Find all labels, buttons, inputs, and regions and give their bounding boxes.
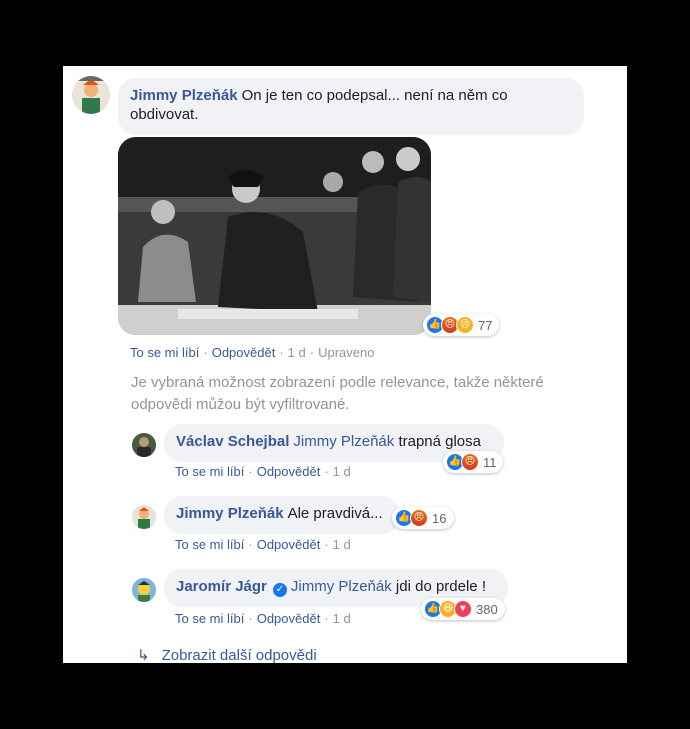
separator: · — [279, 345, 284, 360]
angry-reaction-icon: 😠 — [461, 453, 479, 471]
reaction-count: 16 — [432, 510, 447, 526]
comments-panel: Jimmy Plzeňák On je ten co podepsal... ne… — [63, 66, 627, 663]
comment-reactions[interactable]: 👍 😠 😢 77 — [423, 314, 499, 336]
like-link[interactable]: To se mi líbí — [130, 345, 199, 360]
separator: · — [248, 464, 253, 479]
like-link[interactable]: To se mi líbí — [175, 464, 244, 479]
separator: · — [248, 537, 253, 552]
reply-link[interactable]: Odpovědět — [257, 611, 321, 626]
separator: · — [309, 345, 315, 360]
reply-link[interactable]: Odpovědět — [257, 464, 321, 479]
reply-text: trapná glosa — [398, 433, 481, 450]
comment-actions: To se mi líbí · Odpovědět · 1 d · Upraveno — [130, 345, 374, 360]
reply-actions: To se mi líbí · Odpovědět · 1 d — [175, 611, 351, 626]
reply-link[interactable]: Odpovědět — [257, 537, 321, 552]
separator: · — [248, 611, 253, 626]
avatar[interactable] — [132, 505, 156, 529]
reply-text: jdi do prdele ! — [395, 578, 486, 595]
separator: · — [324, 611, 329, 626]
mention-link[interactable]: Jimmy Plzeňák — [293, 433, 394, 450]
reply-arrow-icon: ↳ — [137, 647, 150, 663]
reaction-count: 380 — [476, 601, 498, 617]
avatar[interactable] — [132, 578, 156, 602]
more-replies-link[interactable]: ↳ Zobrazit další odpovědi — [137, 646, 317, 663]
reaction-count: 77 — [478, 317, 493, 333]
mention-link[interactable]: Jimmy Plzeňák — [291, 578, 392, 595]
sad-reaction-icon: 😢 — [456, 316, 474, 334]
comment-author[interactable]: Jimmy Plzeňák — [130, 87, 238, 104]
reply-bubble: Jimmy Plzeňák Ale pravdivá... — [164, 496, 400, 534]
reply-link[interactable]: Odpovědět — [212, 345, 276, 360]
filter-note: Je vybraná možnost zobrazení podle relev… — [131, 374, 544, 413]
reply-author[interactable]: Václav Schejbal — [176, 433, 289, 450]
verified-badge-icon: ✓ — [272, 583, 287, 597]
more-replies-label: Zobrazit další odpovědi — [161, 647, 317, 663]
reply-actions: To se mi líbí · Odpovědět · 1 d — [175, 537, 351, 552]
angry-reaction-icon: 😠 — [410, 509, 428, 527]
like-link[interactable]: To se mi líbí — [175, 611, 244, 626]
reply-reactions[interactable]: 👍 😆 ♥ 380 — [421, 598, 505, 620]
timestamp[interactable]: 1 d — [333, 537, 351, 552]
love-reaction-icon: ♥ — [454, 600, 472, 618]
timestamp[interactable]: 1 d — [288, 345, 306, 360]
comment-photo[interactable] — [118, 137, 431, 335]
timestamp[interactable]: 1 d — [333, 464, 351, 479]
reply-author[interactable]: Jaromír Jágr — [176, 578, 267, 595]
like-link[interactable]: To se mi líbí — [175, 537, 244, 552]
reaction-count: 11 — [483, 454, 497, 470]
separator: · — [203, 345, 208, 360]
reply-actions: To se mi líbí · Odpovědět · 1 d — [175, 464, 351, 479]
avatar[interactable] — [132, 433, 156, 457]
timestamp[interactable]: 1 d — [333, 611, 351, 626]
edited-label[interactable]: Upraveno — [318, 345, 374, 360]
reply-reactions[interactable]: 👍 😠 16 — [392, 507, 454, 529]
separator: · — [324, 537, 329, 552]
reply-reactions[interactable]: 👍 😠 11 — [443, 451, 503, 473]
comment-bubble: Jimmy Plzeňák On je ten co podepsal... ne… — [118, 78, 584, 135]
reply-text: Ale pravdivá... — [287, 505, 383, 522]
reply-author[interactable]: Jimmy Plzeňák — [176, 505, 284, 522]
separator: · — [324, 464, 329, 479]
avatar[interactable] — [72, 76, 110, 114]
